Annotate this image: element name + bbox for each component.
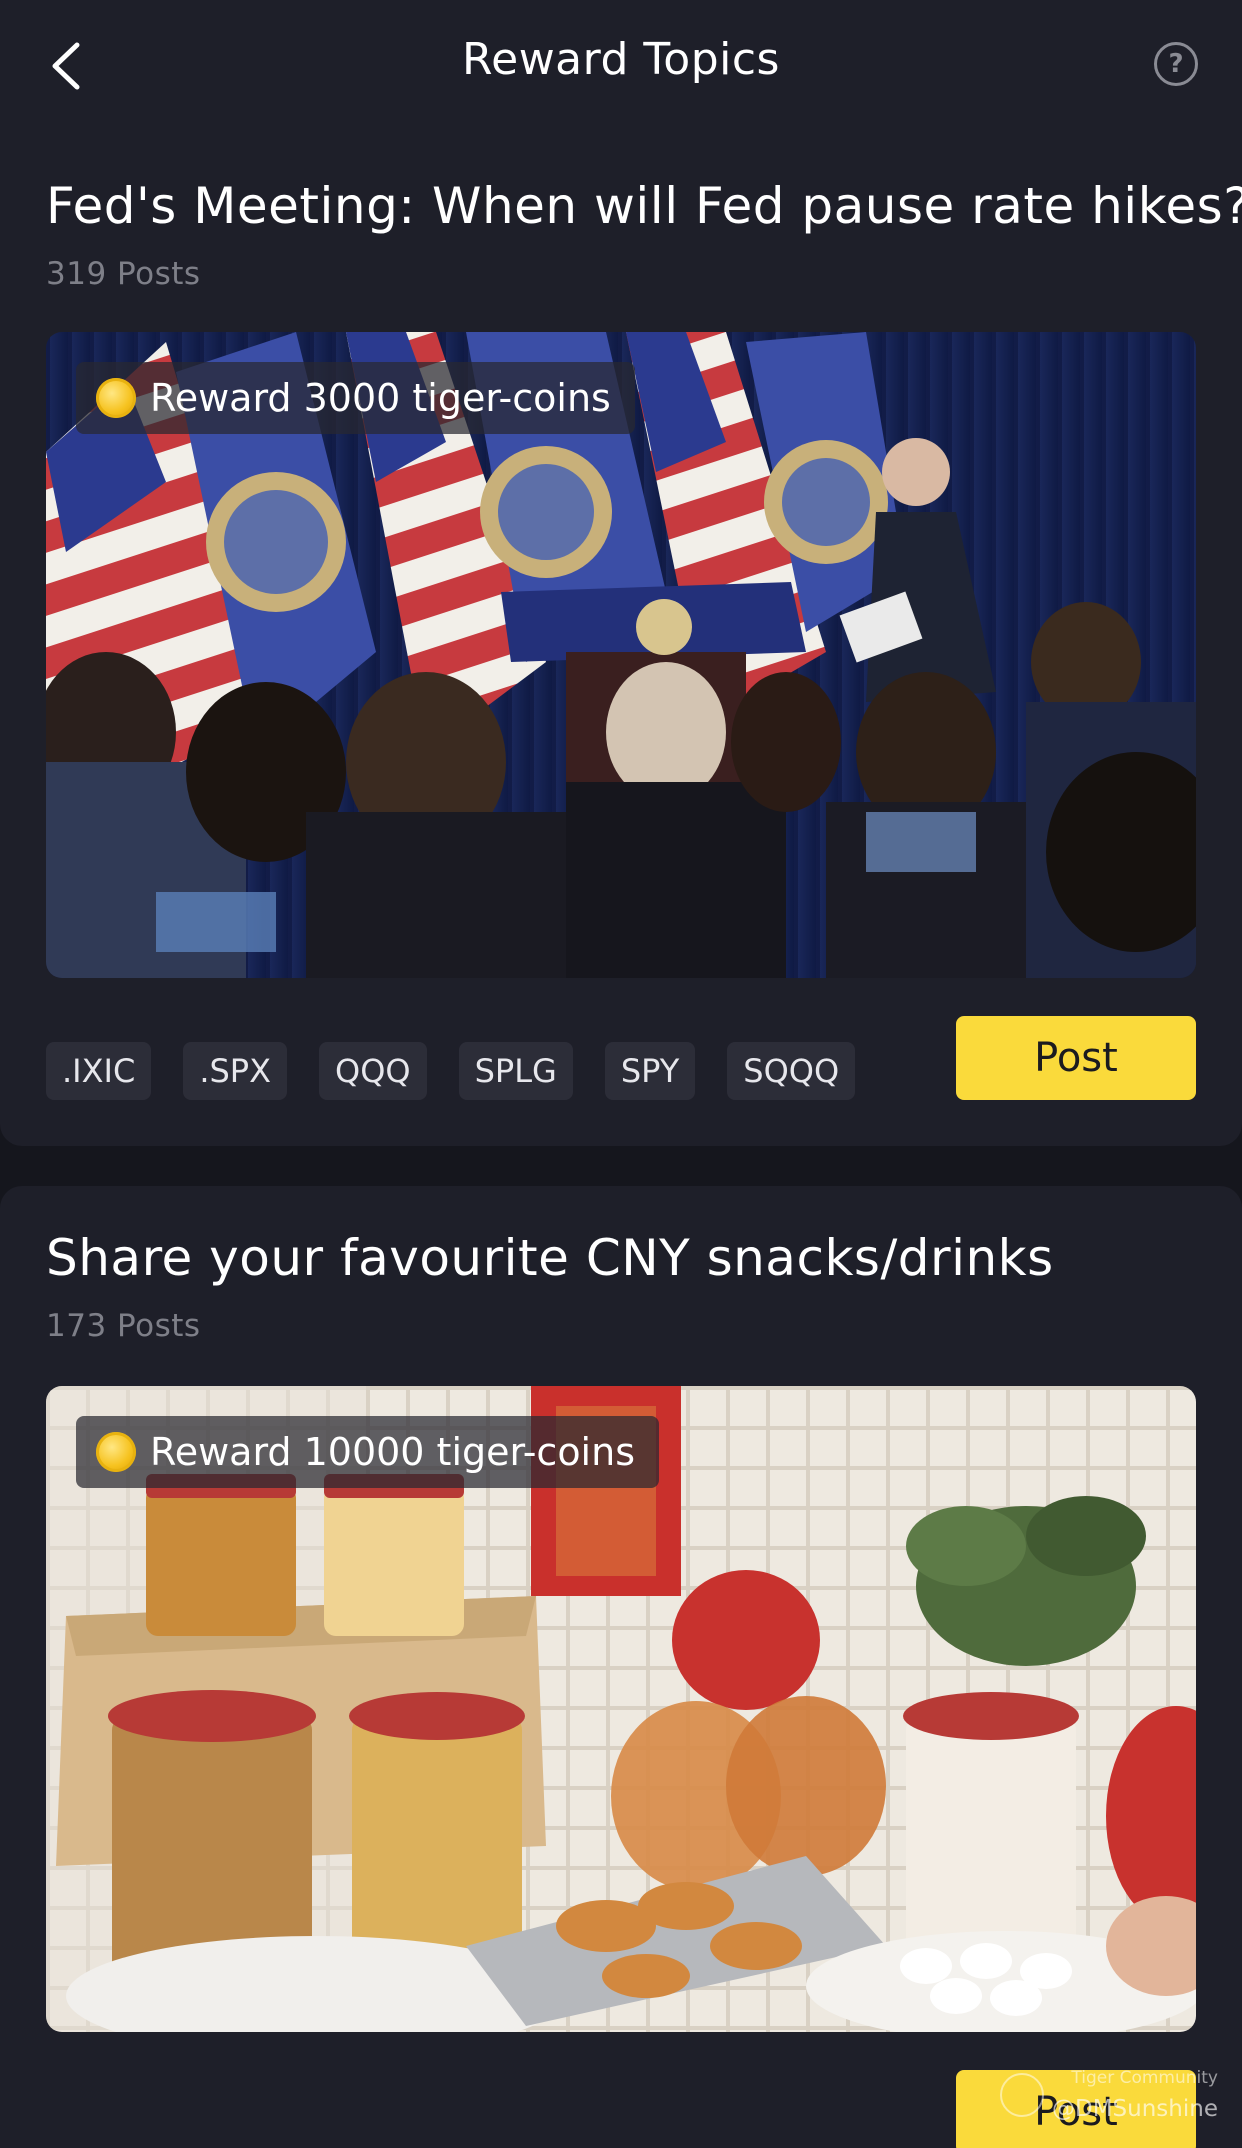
- coin-icon: [96, 378, 136, 418]
- ticker-chip[interactable]: SPLG: [458, 1042, 573, 1100]
- watermark: Tiger Community @DMSunshine: [1000, 2068, 1218, 2122]
- coin-icon: [96, 1432, 136, 1472]
- ticker-chip[interactable]: .SPX: [183, 1042, 288, 1100]
- reward-text: Reward 10000 tiger-coins: [150, 1430, 636, 1474]
- reward-badge: Reward 10000 tiger-coins: [76, 1416, 660, 1488]
- page-title: Reward Topics: [462, 34, 780, 85]
- topic-card-fed-meeting[interactable]: Fed's Meeting: When will Fed pause rate …: [0, 132, 1242, 1146]
- ticker-list: .IXIC .SPX QQQ SPLG SPY SQQQ: [46, 1042, 856, 1100]
- post-button[interactable]: Post: [956, 1016, 1196, 1100]
- reward-badge: Reward 3000 tiger-coins: [76, 362, 635, 434]
- ticker-chip[interactable]: QQQ: [319, 1042, 427, 1100]
- topic-title[interactable]: Fed's Meeting: When will Fed pause rate …: [46, 176, 1242, 236]
- reward-topics-page: Reward Topics ? Fed's Meeting: When will…: [0, 0, 1242, 2148]
- top-bar: Reward Topics ?: [0, 0, 1242, 133]
- help-button[interactable]: ?: [1154, 42, 1198, 86]
- ticker-chip[interactable]: SPY: [604, 1042, 696, 1100]
- topic-card-cny-snacks[interactable]: Share your favourite CNY snacks/drinks 1…: [0, 1186, 1242, 2148]
- watermark-user: @DMSunshine: [1052, 2096, 1218, 2122]
- reward-text: Reward 3000 tiger-coins: [150, 376, 611, 420]
- question-mark-icon: ?: [1168, 49, 1184, 79]
- topic-post-count: 173 Posts: [46, 1308, 201, 1344]
- ticker-chip[interactable]: SQQQ: [727, 1042, 856, 1100]
- watermark-brand: Tiger Community: [1071, 2068, 1218, 2088]
- topic-cover-image[interactable]: Reward 10000 tiger-coins: [46, 1386, 1196, 2032]
- tiger-logo-icon: [1000, 2073, 1044, 2117]
- topic-post-count: 319 Posts: [46, 256, 201, 292]
- ticker-chip[interactable]: .IXIC: [46, 1042, 152, 1100]
- topic-title[interactable]: Share your favourite CNY snacks/drinks: [46, 1228, 1202, 1288]
- topic-cover-image[interactable]: Reward 3000 tiger-coins: [46, 332, 1196, 978]
